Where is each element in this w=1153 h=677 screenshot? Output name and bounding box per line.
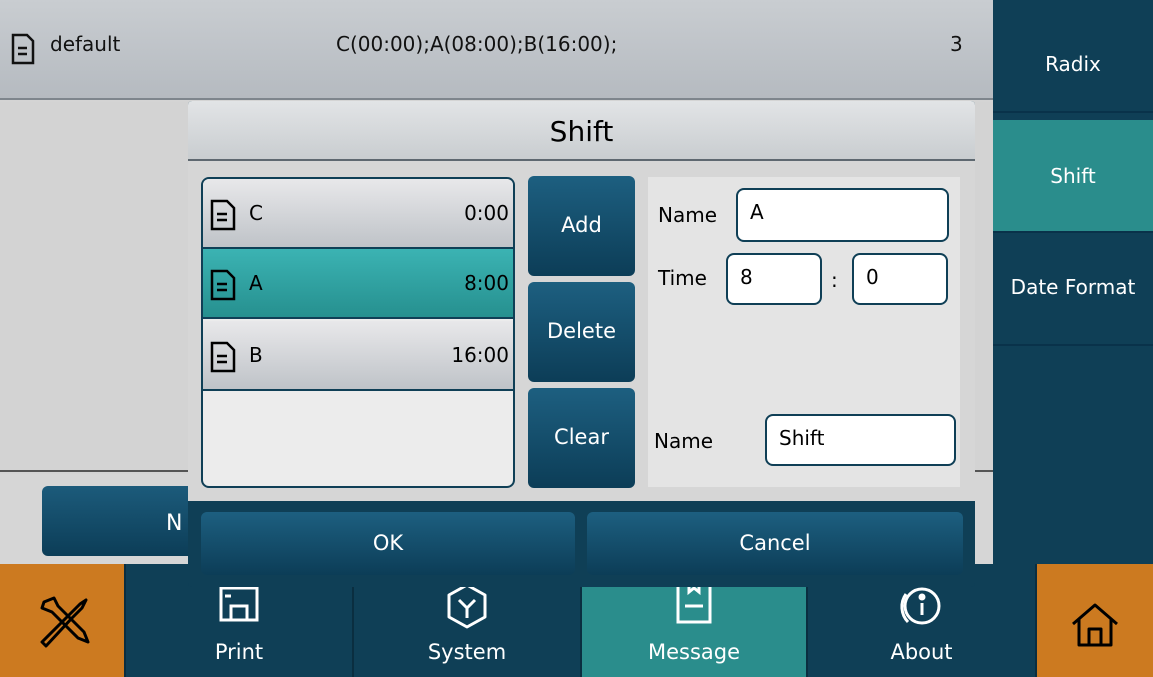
background-new-button[interactable]: N	[42, 486, 212, 556]
hexagon-icon	[447, 583, 487, 629]
shift-time: 0:00	[464, 201, 509, 225]
time-colon: :	[831, 268, 838, 292]
document-icon	[210, 341, 236, 373]
document-icon	[210, 269, 236, 301]
shift-editor: Name A Time 8 : 0 Name Shift	[648, 177, 960, 487]
shift-time: 8:00	[464, 271, 509, 295]
shift-row-b[interactable]: B 16:00	[203, 321, 513, 391]
time-label: Time	[658, 266, 707, 290]
shift-dialog: Shift C 0:00 A 8:00 B 16:00 Add Delete C…	[188, 101, 975, 587]
tab-label: System	[427, 640, 507, 664]
message-content: C(00:00);A(08:00);B(16:00);	[336, 32, 618, 56]
shift-row-a[interactable]: A 8:00	[203, 249, 513, 319]
tab-label: Print	[214, 640, 264, 664]
group-name-field[interactable]: Shift	[765, 414, 956, 466]
shift-row-c[interactable]: C 0:00	[203, 179, 513, 249]
tools-button[interactable]	[0, 564, 126, 677]
shift-name: B	[249, 343, 263, 367]
menu-item-label: Shift	[1050, 164, 1096, 188]
clear-button[interactable]: Clear	[528, 388, 635, 488]
home-button[interactable]	[1037, 564, 1153, 677]
dialog-title: Shift	[188, 101, 975, 161]
shift-name-field[interactable]: A	[736, 188, 949, 242]
menu-item-radix[interactable]: Radix	[993, 0, 1153, 113]
name-label: Name	[658, 203, 718, 227]
group-name-label: Name	[654, 429, 714, 453]
add-button[interactable]: Add	[528, 176, 635, 276]
document-icon	[210, 199, 236, 231]
cancel-button[interactable]: Cancel	[587, 512, 963, 575]
menu-item-shift[interactable]: Shift	[993, 120, 1153, 233]
menu-item-date-format[interactable]: Date Format	[993, 233, 1153, 346]
right-menu: Radix Shift Date Format	[993, 0, 1153, 564]
shift-name: A	[249, 271, 263, 295]
document-icon	[11, 33, 35, 65]
menu-item-label: Date Format	[1010, 275, 1136, 299]
hour-field[interactable]: 8	[726, 253, 822, 305]
tab-label: About	[890, 640, 953, 664]
screen: default C(00:00);A(08:00);B(16:00); 3 N …	[0, 0, 1153, 677]
dialog-body: C 0:00 A 8:00 B 16:00 Add Delete Clear N…	[188, 161, 975, 501]
message-count: 3	[950, 32, 963, 56]
background-button-label: N	[166, 511, 183, 536]
tools-icon	[40, 596, 90, 648]
message-name: default	[50, 32, 121, 56]
shift-list[interactable]: C 0:00 A 8:00 B 16:00	[201, 177, 515, 488]
tab-label: Message	[647, 640, 741, 664]
home-icon	[1072, 603, 1118, 647]
minute-field[interactable]: 0	[852, 253, 948, 305]
info-icon	[899, 587, 940, 625]
message-row[interactable]: default C(00:00);A(08:00);B(16:00); 3	[0, 0, 993, 100]
shift-name: C	[249, 201, 263, 225]
delete-button[interactable]: Delete	[528, 282, 635, 382]
menu-item-label: Radix	[1045, 52, 1101, 76]
shift-time: 16:00	[451, 343, 509, 367]
ok-button[interactable]: OK	[201, 512, 575, 575]
